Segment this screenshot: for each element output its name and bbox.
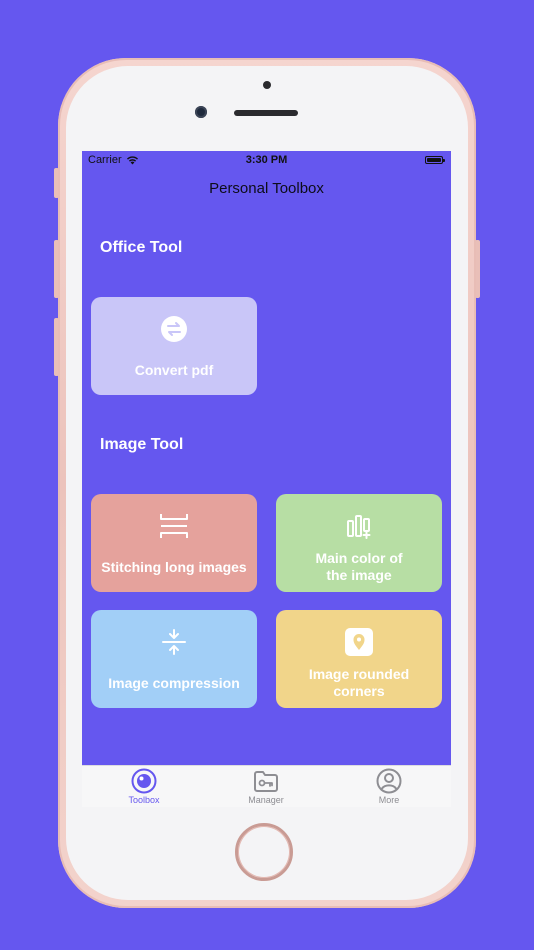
convert-arrows-icon (161, 316, 187, 342)
main-color-tile[interactable]: Main color of the image (276, 494, 442, 592)
tab-manager[interactable]: Manager (221, 768, 311, 805)
compress-icon (162, 629, 186, 655)
image-rounded-corners-tile[interactable]: Image rounded corners (276, 610, 442, 708)
stitching-long-images-label: Stitching long images (101, 559, 247, 575)
tab-toolbox[interactable]: Toolbox (99, 768, 189, 805)
rounded-corner-icon (345, 628, 373, 656)
status-time: 3:30 PM (245, 154, 288, 166)
tab-manager-label: Manager (248, 795, 284, 805)
image-compression-tile[interactable]: Image compression (91, 610, 257, 708)
tab-bar: Toolbox Manager More (82, 765, 451, 807)
page-title: Personal Toolbox (209, 180, 324, 197)
battery-level (427, 158, 441, 162)
proximity-sensor (263, 81, 271, 89)
toolbox-icon (131, 768, 157, 794)
convert-pdf-tile[interactable]: Convert pdf (91, 297, 257, 395)
tab-more-label: More (378, 795, 400, 805)
stitch-icon (160, 514, 188, 538)
app-screen: Carrier 3:30 PM Personal Toolbox Office … (82, 151, 451, 807)
color-bars-icon (347, 515, 371, 539)
section-title-office: Office Tool (100, 239, 183, 256)
section-title-image: Image Tool (100, 436, 184, 453)
tab-toolbox-label: Toolbox (128, 795, 160, 805)
user-circle-icon (376, 768, 402, 794)
tab-more[interactable]: More (344, 768, 434, 805)
app-store-screenshot: Carrier 3:30 PM Personal Toolbox Office … (0, 0, 534, 950)
battery-icon (425, 156, 445, 164)
stitching-long-images-tile[interactable]: Stitching long images (91, 494, 257, 592)
image-compression-label: Image compression (108, 675, 240, 691)
earpiece-speaker (234, 110, 298, 116)
folder-key-icon (254, 771, 278, 792)
main-color-label: Main color of the image (315, 550, 403, 583)
front-camera (195, 106, 207, 118)
home-button[interactable] (235, 823, 293, 881)
status-bar: Carrier 3:30 PM (82, 151, 451, 171)
image-rounded-corners-label: Image rounded corners (308, 666, 410, 699)
convert-pdf-label: Convert pdf (134, 362, 214, 378)
